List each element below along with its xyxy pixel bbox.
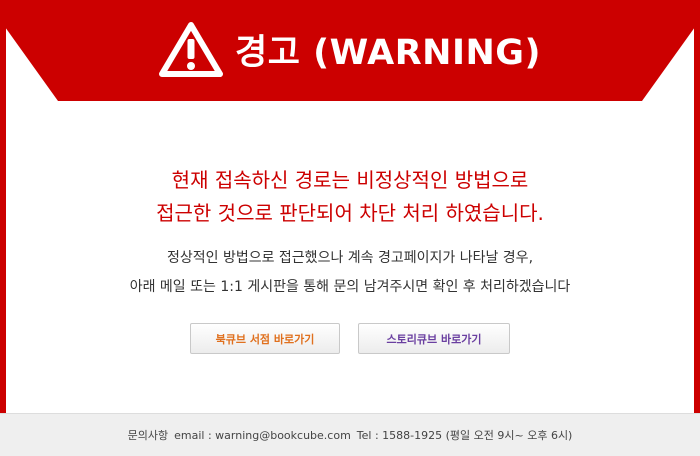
storycube-button[interactable]: 스토리큐브 바로가기 [358, 323, 510, 354]
help-message-line-2: 아래 메일 또는 1:1 게시판을 통해 문의 남겨주시면 확인 후 처리하겠습… [129, 279, 571, 295]
block-message-line-1: 현재 접속하신 경로는 비정상적인 방법으로 [171, 168, 529, 192]
warning-banner: 경고 (WARNING) [0, 0, 700, 106]
banner-content: 경고 (WARNING) [0, 14, 700, 84]
help-message: 정상적인 방법으로 접근했으나 계속 경고페이지가 나타날 경우, 아래 메일 … [6, 244, 694, 302]
contact-email: email : warning@bookcube.com [174, 428, 351, 442]
help-message-line-1: 정상적인 방법으로 접근했으나 계속 경고페이지가 나타날 경우, [166, 250, 534, 266]
contact-tel: Tel : 1588-1925 (평일 오전 9시~ 오후 6시) [356, 429, 573, 442]
warning-triangle-icon [159, 22, 223, 77]
block-message: 현재 접속하신 경로는 비정상적인 방법으로 접근한 것으로 판단되어 차단 처… [6, 164, 694, 230]
button-group: 북큐브 서점 바로가기 스토리큐브 바로가기 [6, 323, 694, 354]
block-message-line-2: 접근한 것으로 판단되어 차단 처리 하였습니다. [156, 201, 544, 225]
bookcube-store-button[interactable]: 북큐브 서점 바로가기 [190, 323, 340, 354]
banner-title: 경고 (WARNING) [235, 32, 541, 73]
warning-page: 경고 (WARNING) 현재 접속하신 경로는 비정상적인 방법으로 접근한 … [0, 0, 700, 456]
contact-label: 문의사항 [127, 429, 169, 442]
